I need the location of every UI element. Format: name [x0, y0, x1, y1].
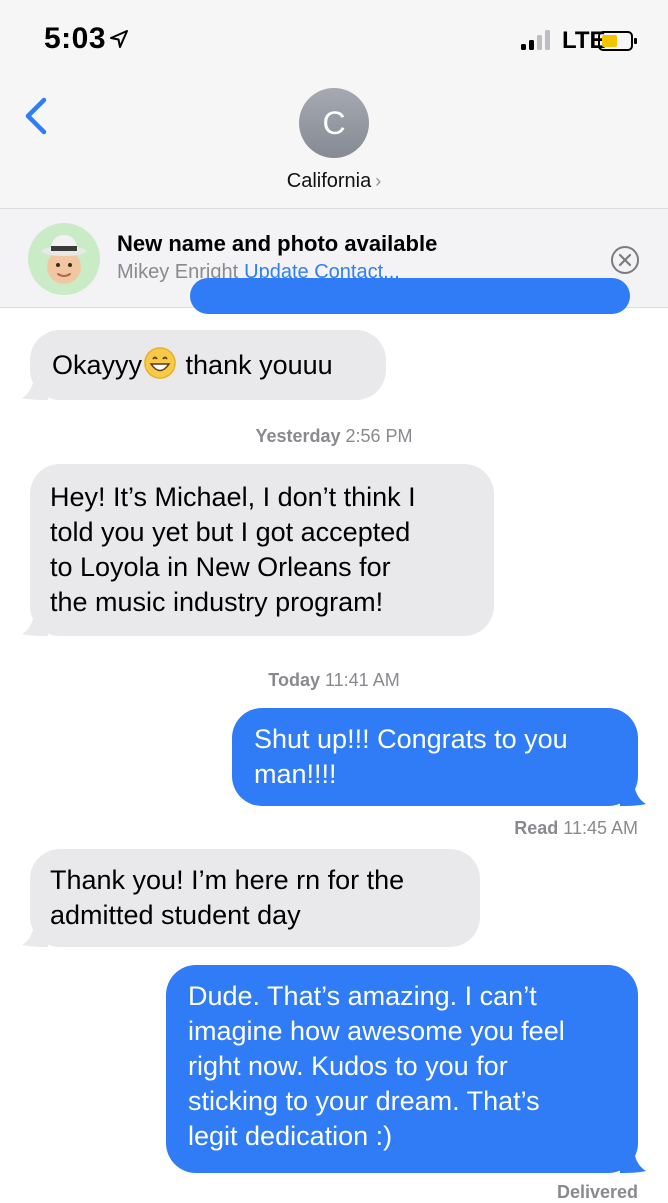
message-bubble-outgoing-partial [190, 278, 630, 314]
message-text: Okayyy thank youuu [52, 347, 364, 383]
timestamp: Today 11:41 AM [268, 670, 400, 690]
message-text: Dude. That’s amazing. I can’t [188, 981, 537, 1011]
message-text: the music industry program! [50, 587, 384, 617]
message-bubble-outgoing[interactable]: Shut up!!! Congrats to you man!!!! [232, 708, 646, 806]
message-bubble-outgoing[interactable]: Dude. That’s amazing. I can’t imagine ho… [166, 965, 646, 1173]
message-text: told you yet but I got accepted [50, 517, 411, 547]
message-bubble-incoming[interactable]: Okayyy thank youuu [22, 330, 386, 400]
message-text: admitted student day [50, 900, 301, 930]
memoji-avatar-icon [28, 223, 100, 295]
message-text: to Loyola in New Orleans for [50, 552, 391, 582]
close-circle-icon[interactable] [610, 245, 640, 275]
cellular-signal-icon [521, 28, 557, 50]
message-bubble-incoming[interactable]: Thank you! I’m here rn for the admitted … [22, 849, 480, 947]
message-text: legit dedication :) [188, 1121, 393, 1151]
message-text: Shut up!!! Congrats to you [254, 724, 568, 754]
message-text: right now. Kudos to you for [188, 1051, 508, 1081]
grinning-face-icon [144, 347, 177, 379]
message-text: imagine how awesome you feel [188, 1016, 565, 1046]
message-bubble-incoming[interactable]: Hey! It’s Michael, I don’t think I told … [22, 464, 494, 636]
location-arrow-icon [110, 30, 128, 48]
message-text: man!!!! [254, 759, 337, 789]
banner-title: New name and photo available [117, 231, 438, 256]
message-text: Thank you! I’m here rn for the [50, 865, 405, 895]
message-text: Hey! It’s Michael, I don’t think I [50, 482, 416, 512]
battery-low-icon [598, 31, 637, 51]
clock-time: 5:03 [44, 22, 107, 55]
timestamp: Yesterday 2:56 PM [255, 426, 413, 446]
message-list[interactable]: Okayyy thank youuu Yesterday 2:56 PM Hey… [0, 278, 668, 1202]
status-bar: 5:03 LTE [0, 0, 668, 80]
chevron-left-icon[interactable] [22, 94, 52, 138]
read-receipt: Read 11:45 AM [514, 818, 638, 838]
contact-avatar[interactable]: C [299, 88, 369, 158]
chevron-right-icon: › [375, 171, 382, 191]
contact-name-label: California [286, 170, 372, 192]
message-text: sticking to your dream. That’s [188, 1086, 540, 1116]
conversation-header: C California › [0, 80, 668, 208]
contact-name-button[interactable]: California › [0, 170, 668, 193]
